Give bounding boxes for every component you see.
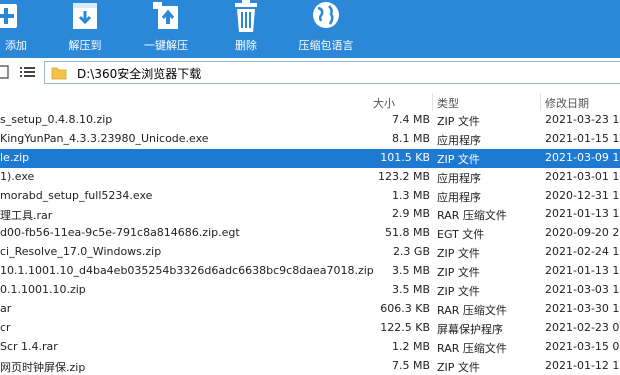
add-label: 添加 [5, 39, 27, 52]
folder-icon [51, 67, 67, 80]
file-size: 122.5 KB [380, 320, 430, 334]
file-name: cr [0, 320, 11, 334]
file-type: ZIP 文件 [437, 152, 480, 166]
file-modified-date: 2021-02-24 12 [545, 245, 620, 259]
file-name: 1).exe [0, 169, 35, 183]
file-size: 123.2 MB [377, 169, 430, 183]
one-click-extract-button[interactable]: 一键解压 [126, 0, 206, 58]
toolbar: 添加 解压到 一键解压 删除 压缩包语言 [0, 0, 620, 58]
address-bar[interactable]: D:\360安全浏览器下载 [44, 61, 620, 84]
file-type: RAR 压缩文件 [437, 209, 507, 223]
file-name: KingYunPan_4.3.3.23980_Unicode.exe [0, 131, 209, 145]
file-type: ZIP 文件 [437, 360, 480, 374]
file-modified-date: 2021-03-01 15 [545, 169, 620, 183]
file-name: morabd_setup_full5234.exe [0, 188, 153, 202]
file-size: 1.3 MB [391, 188, 430, 202]
file-type: RAR 压缩文件 [437, 303, 507, 317]
file-modified-date: 2021-01-12 12 [545, 358, 620, 372]
file-modified-date: 2021-01-15 16 [545, 131, 620, 145]
file-type: 屏幕保护程序 [437, 322, 503, 336]
file-type: ZIP 文件 [437, 266, 480, 280]
file-name: ar [0, 301, 12, 315]
extract-to-button[interactable]: 解压到 [45, 0, 125, 58]
file-modified-date: 2021-03-15 08 [545, 339, 620, 353]
list-view-icon[interactable] [20, 64, 35, 78]
file-row[interactable]: KingYunPan_4.3.3.23980_Unicode.exe 8.1 MB… [0, 130, 620, 149]
file-name: 0.1.1001.10.zip [0, 283, 86, 297]
file-row[interactable]: 1).exe 123.2 MB 应用程序 2021-03-01 15 [0, 168, 620, 187]
file-row[interactable]: s_setup_0.4.8.10.zip 7.4 MB ZIP 文件 2021-03-… [0, 111, 620, 130]
file-type: EGT 文件 [437, 228, 485, 242]
column-header: 大小 类型 修改日期 [0, 93, 620, 111]
file-size: 7.4 MB [391, 113, 430, 126]
column-divider[interactable] [432, 93, 433, 111]
file-row[interactable]: le.zip 101.5 KB ZIP 文件 2021-03-09 18 [0, 148, 620, 168]
delete-label: 删除 [235, 39, 257, 52]
one-click-extract-label: 一键解压 [144, 39, 188, 52]
file-name: s_setup_0.4.8.10.zip [0, 113, 113, 126]
trash-icon [235, 0, 257, 32]
file-name: 网页时钟屏保.zip [0, 360, 86, 374]
file-modified-date: 2021-03-23 16 [545, 113, 620, 126]
file-name: Scr 1.4.rar [0, 339, 58, 353]
file-size: 51.8 MB [384, 226, 430, 240]
add-button[interactable]: 添加 [0, 0, 46, 58]
file-name: ci_Resolve_17.0_Windows.zip [0, 245, 162, 259]
file-modified-date: 2021-03-09 18 [545, 150, 620, 164]
one-click-extract-icon [153, 2, 178, 29]
file-modified-date: 2021-03-03 15 [545, 283, 620, 297]
file-size: 7.5 MB [391, 358, 430, 372]
file-modified-date: 2020-12-31 17 [545, 188, 620, 202]
file-row[interactable]: 理工具.rar 2.9 MB RAR 压缩文件 2021-01-13 17 [0, 205, 620, 224]
file-row[interactable]: Scr 1.4.rar 1.2 MB RAR 压缩文件 2021-03-15 08 [0, 338, 620, 357]
extract-to-icon [73, 3, 97, 29]
file-size: 606.3 KB [380, 301, 430, 315]
file-name: 理工具.rar [0, 209, 53, 223]
file-modified-date: 2021-01-13 17 [545, 207, 620, 221]
file-type: 应用程序 [437, 190, 481, 204]
file-size: 8.1 MB [391, 131, 430, 145]
add-icon [0, 4, 17, 28]
file-modified-date: 2021-03-30 17 [545, 301, 620, 315]
file-modified-date: 2020-09-20 21 [545, 226, 620, 240]
file-row[interactable]: cr 122.5 KB 屏幕保护程序 2021-02-23 09 [0, 319, 620, 338]
type-column-header[interactable]: 类型 [437, 95, 459, 111]
file-size: 2.3 GB [392, 245, 430, 259]
file-row[interactable]: ar 606.3 KB RAR 压缩文件 2021-03-30 17 [0, 300, 620, 319]
file-size: 2.9 MB [391, 207, 430, 221]
file-modified-date: 2021-02-23 09 [545, 320, 620, 334]
file-type: ZIP 文件 [437, 115, 480, 128]
file-name: d00-fb56-11ea-9c5e-791c8a814686.zip.egt [0, 226, 240, 240]
column-divider[interactable] [540, 93, 541, 111]
file-row[interactable]: 10.1.1001.10_d4ba4eb035254b3326d6adc6638… [0, 262, 620, 281]
address-path: D:\360安全浏览器下载 [77, 67, 202, 81]
modified-column-header[interactable]: 修改日期 [545, 95, 589, 111]
file-name: 10.1.1001.10_d4ba4eb035254b3326d6adc6638… [0, 264, 374, 278]
file-row[interactable]: morabd_setup_full5234.exe 1.3 MB 应用程序 2020-… [0, 187, 620, 206]
file-list: s_setup_0.4.8.10.zip 7.4 MB ZIP 文件 2021-03-… [0, 111, 620, 375]
archive-language-button[interactable]: 压缩包语言 [286, 0, 366, 58]
file-row[interactable]: d00-fb56-11ea-9c5e-791c8a814686.zip.egt 5… [0, 224, 620, 243]
address-row: D:\360安全浏览器下载 [0, 58, 620, 88]
file-modified-date: 2021-01-13 17 [545, 264, 620, 278]
file-type: 应用程序 [437, 171, 481, 185]
file-size: 3.5 MB [391, 264, 430, 278]
size-column-header[interactable]: 大小 [373, 95, 395, 111]
file-row[interactable]: 0.1.1001.10.zip 3.5 MB ZIP 文件 2021-03-03 15 [0, 281, 620, 300]
archive-language-label: 压缩包语言 [298, 39, 354, 52]
file-size: 1.2 MB [391, 339, 430, 353]
file-size: 101.5 KB [380, 150, 430, 164]
globe-icon [313, 2, 339, 28]
extract-to-label: 解压到 [68, 39, 102, 52]
file-name: le.zip [0, 150, 30, 164]
file-type: 应用程序 [437, 133, 481, 147]
file-type: ZIP 文件 [437, 247, 480, 261]
file-type: ZIP 文件 [437, 285, 480, 299]
file-size: 3.5 MB [391, 283, 430, 297]
file-type: RAR 压缩文件 [437, 341, 507, 355]
thumbnail-view-icon[interactable] [0, 64, 14, 79]
file-row[interactable]: 网页时钟屏保.zip 7.5 MB ZIP 文件 2021-01-12 12 [0, 357, 620, 375]
file-row[interactable]: ci_Resolve_17.0_Windows.zip 2.3 GB ZIP 文件 2… [0, 243, 620, 262]
delete-button[interactable]: 删除 [206, 0, 286, 58]
